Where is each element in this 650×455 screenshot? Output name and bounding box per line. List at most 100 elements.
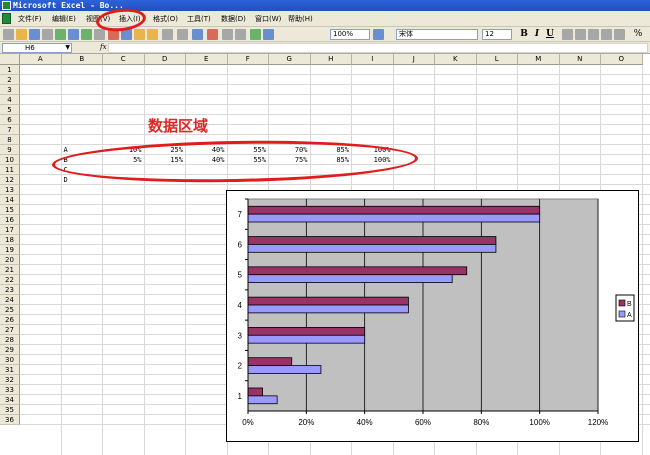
row-header-5[interactable]: 5 [0,105,20,115]
row-header-7[interactable]: 7 [0,125,20,135]
new-icon[interactable] [3,29,14,40]
column-header-f[interactable]: F [227,54,269,65]
menu-help[interactable]: 帮助(H) [288,14,313,25]
row-header-26[interactable]: 26 [0,315,20,325]
row-header-34[interactable]: 34 [0,395,20,405]
cell-b9[interactable]: A [64,145,68,155]
embedded-chart[interactable]: 0% 20% 40% 60% 80% 100% 120% 1 2 3 4 5 6 7 B A [226,190,639,442]
row-header-20[interactable]: 20 [0,255,20,265]
row-header-10[interactable]: 10 [0,155,20,165]
permission-icon[interactable] [42,29,53,40]
row-header-18[interactable]: 18 [0,235,20,245]
autosum-icon[interactable] [207,29,218,40]
row-header-4[interactable]: 4 [0,95,20,105]
redo-icon[interactable] [177,29,188,40]
row-header-25[interactable]: 25 [0,305,20,315]
research-icon[interactable] [94,29,105,40]
row-header-23[interactable]: 23 [0,285,20,295]
row-header-2[interactable]: 2 [0,75,20,85]
align-left-icon[interactable] [562,29,573,40]
row-header-30[interactable]: 30 [0,355,20,365]
column-header-o[interactable]: O [601,54,643,65]
row-header-12[interactable]: 12 [0,175,20,185]
row-header-32[interactable]: 32 [0,375,20,385]
row-header-13[interactable]: 13 [0,185,20,195]
column-header-j[interactable]: J [393,54,435,65]
merge-center-icon[interactable] [601,29,612,40]
row-header-28[interactable]: 28 [0,335,20,345]
menu-data[interactable]: 数据(D) [221,14,246,25]
row-header-21[interactable]: 21 [0,265,20,275]
paste-icon[interactable] [134,29,145,40]
workbook-icon[interactable] [2,13,11,24]
font-size-select[interactable]: 12 [482,29,512,40]
row-header-17[interactable]: 17 [0,225,20,235]
column-header-a[interactable]: A [20,54,62,65]
align-center-icon[interactable] [575,29,586,40]
select-all-corner[interactable] [0,54,20,65]
row-header-19[interactable]: 19 [0,245,20,255]
column-header-g[interactable]: G [269,54,311,65]
cell-b12[interactable]: D [64,175,68,185]
column-header-h[interactable]: H [310,54,352,65]
row-header-29[interactable]: 29 [0,345,20,355]
underline-button[interactable]: U [544,28,556,40]
sort-descending-icon[interactable] [235,29,246,40]
menu-window[interactable]: 窗口(W) [255,14,281,25]
chart-wizard-icon[interactable] [250,29,261,40]
column-header-m[interactable]: M [518,54,560,65]
spelling-icon[interactable] [81,29,92,40]
row-header-1[interactable]: 1 [0,65,20,75]
row-header-36[interactable]: 36 [0,415,20,425]
column-header-k[interactable]: K [435,54,477,65]
row-header-33[interactable]: 33 [0,385,20,395]
hyperlink-icon[interactable] [192,29,203,40]
undo-icon[interactable] [162,29,173,40]
name-box[interactable]: H6 ▼ [2,43,72,53]
row-header-15[interactable]: 15 [0,205,20,215]
format-painter-icon[interactable] [147,29,158,40]
bold-button[interactable]: B [518,28,530,40]
x-tick-label: 60% [415,418,431,427]
row-header-27[interactable]: 27 [0,325,20,335]
row-header-3[interactable]: 3 [0,85,20,95]
open-icon[interactable] [16,29,27,40]
row-header-8[interactable]: 8 [0,135,20,145]
zoom-select[interactable]: 100% [330,29,370,40]
help-icon[interactable] [373,29,384,40]
row-header-9[interactable]: 9 [0,145,20,155]
menu-file[interactable]: 文件(F) [18,14,42,25]
sort-ascending-icon[interactable] [222,29,233,40]
menu-edit[interactable]: 编辑(E) [52,14,76,25]
align-right-icon[interactable] [588,29,599,40]
save-icon[interactable] [29,29,40,40]
row-header-31[interactable]: 31 [0,365,20,375]
column-header-b[interactable]: B [61,54,103,65]
row-header-22[interactable]: 22 [0,275,20,285]
currency-icon[interactable] [614,29,625,40]
percent-button[interactable]: % [632,28,644,40]
row-header-16[interactable]: 16 [0,215,20,225]
column-header-i[interactable]: I [352,54,394,65]
row-header-11[interactable]: 11 [0,165,20,175]
gridline-horizontal [20,184,650,185]
column-header-d[interactable]: D [144,54,186,65]
print-preview-icon[interactable] [68,29,79,40]
print-icon[interactable] [55,29,66,40]
row-header-24[interactable]: 24 [0,295,20,305]
row-header-14[interactable]: 14 [0,195,20,205]
menu-format[interactable]: 格式(O) [153,14,178,25]
column-header-n[interactable]: N [559,54,601,65]
fx-icon[interactable]: fx [100,43,107,51]
font-name-select[interactable]: 宋体 [396,29,478,40]
row-header-35[interactable]: 35 [0,405,20,415]
formula-input[interactable] [108,43,648,53]
column-header-e[interactable]: E [186,54,228,65]
drawing-icon[interactable] [263,29,274,40]
column-header-l[interactable]: L [476,54,518,65]
menu-tools[interactable]: 工具(T) [187,14,211,25]
italic-button[interactable]: I [531,28,543,40]
column-header-c[interactable]: C [103,54,145,65]
row-header-6[interactable]: 6 [0,115,20,125]
chevron-down-icon[interactable]: ▼ [65,44,70,52]
